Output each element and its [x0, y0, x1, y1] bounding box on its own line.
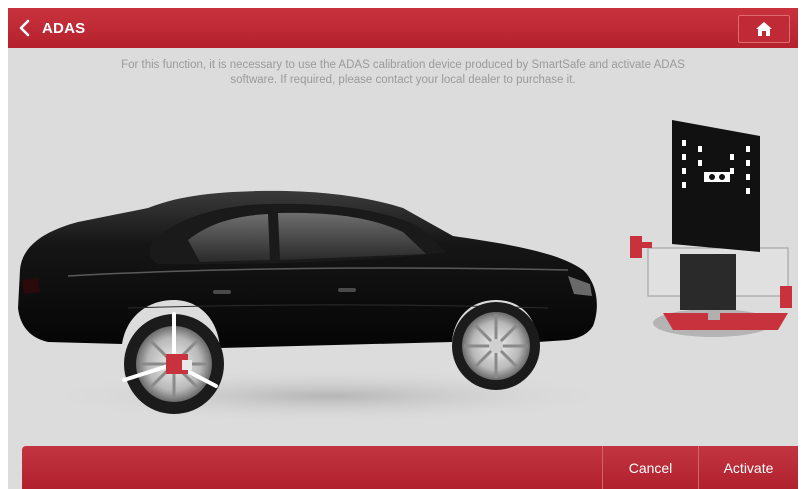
- action-bar: Cancel Activate: [22, 446, 798, 489]
- calibration-device: [630, 120, 792, 337]
- rear-wheel: [122, 312, 224, 414]
- adas-illustration: [18, 120, 792, 424]
- front-wheel: [452, 302, 540, 390]
- car-shadow: [28, 368, 628, 424]
- activate-button[interactable]: Activate: [698, 446, 798, 489]
- cancel-button[interactable]: Cancel: [602, 446, 698, 489]
- adas-screen: ADAS For this function, it is necessary …: [8, 8, 798, 489]
